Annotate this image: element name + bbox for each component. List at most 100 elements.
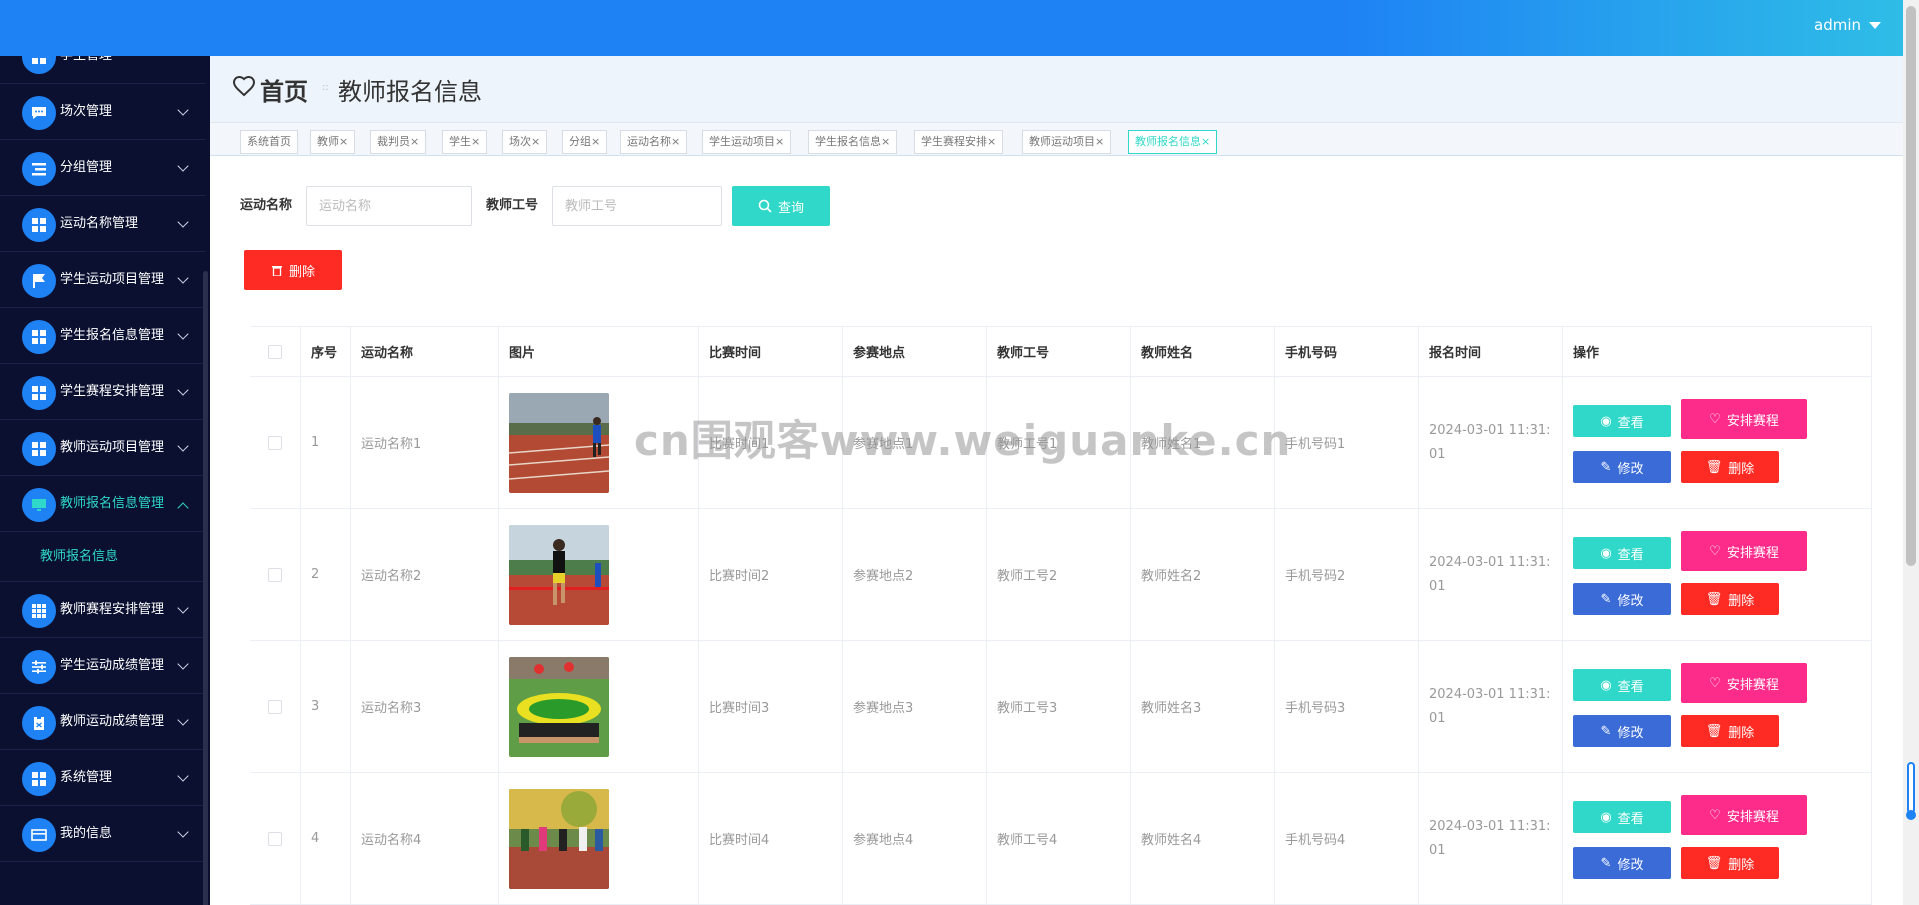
close-icon[interactable]: × <box>1201 135 1210 148</box>
eye-icon: ◉ <box>1600 413 1612 429</box>
sidebar-item-student-score[interactable]: 学生运动成绩管理 <box>0 638 205 694</box>
tab-student-schedule[interactable]: 学生赛程安排× <box>914 130 1004 154</box>
sidebar-item-my-info[interactable]: 我的信息 <box>0 806 205 862</box>
row-checkbox[interactable] <box>268 831 282 846</box>
tab-teacher-sport[interactable]: 教师运动项目× <box>1022 130 1112 154</box>
sidebar-item-teacher-signup[interactable]: 教师报名信息管理 <box>0 476 205 532</box>
close-icon[interactable]: × <box>410 135 419 148</box>
user-menu[interactable]: admin <box>1814 16 1881 34</box>
row-checkbox[interactable] <box>268 567 282 582</box>
row-delete-button[interactable]: 🗑 删除 <box>1681 583 1779 615</box>
header-cell: 报名时间 <box>1418 327 1562 376</box>
view-button[interactable]: ◉ 查看 <box>1573 405 1671 437</box>
tab-label: 教师 <box>317 135 339 148</box>
row-select-cell <box>250 509 300 640</box>
sidebar-item-system[interactable]: 系统管理 <box>0 750 205 806</box>
edit-button[interactable]: ✎ 修改 <box>1573 847 1671 879</box>
cell-signup-time: 2024-03-01 11:31: 01 <box>1418 773 1562 904</box>
close-icon[interactable]: × <box>339 135 348 148</box>
close-icon[interactable]: × <box>881 135 890 148</box>
arrange-schedule-button[interactable]: ♡ 安排赛程 <box>1681 399 1807 439</box>
row-select-cell <box>250 377 300 508</box>
tab-group[interactable]: 分组× <box>562 130 608 154</box>
heart-icon: ♡ <box>1709 543 1721 559</box>
tab-student-sport[interactable]: 学生运动项目× <box>702 130 792 154</box>
view-button[interactable]: ◉ 查看 <box>1573 669 1671 701</box>
sidebar-item-student-sport[interactable]: 学生运动项目管理 <box>0 252 205 308</box>
row-checkbox[interactable] <box>268 699 282 714</box>
tab-home[interactable]: 系统首页 <box>240 130 298 154</box>
view-button[interactable]: ◉ 查看 <box>1573 801 1671 833</box>
scrollbar-thumb[interactable] <box>1906 6 1916 566</box>
sidebar-item-session[interactable]: 场次管理 <box>0 84 205 140</box>
row-delete-button[interactable]: 🗑 删除 <box>1681 715 1779 747</box>
cell-teacher-id: 教师工号2 <box>986 509 1130 640</box>
arrange-schedule-button[interactable]: ♡ 安排赛程 <box>1681 531 1807 571</box>
sidebar-item-student[interactable]: 学生管理 <box>0 56 205 84</box>
arrange-label: 安排赛程 <box>1726 545 1779 561</box>
view-button[interactable]: ◉ 查看 <box>1573 537 1671 569</box>
tab-session[interactable]: 场次× <box>502 130 548 154</box>
delete-label: 删除 <box>1728 857 1755 873</box>
teacher-id-input[interactable] <box>552 186 722 226</box>
arrange-schedule-button[interactable]: ♡ 安排赛程 <box>1681 795 1807 835</box>
submenu-teacher-signup-info[interactable]: 教师报名信息 <box>0 532 205 582</box>
tab-label: 学生报名信息 <box>815 135 881 148</box>
tab-teacher[interactable]: 教师× <box>310 130 356 154</box>
sport-photo[interactable] <box>509 788 609 889</box>
sidebar-item-label: 学生运动项目管理 <box>60 272 165 287</box>
chevron-down-icon <box>177 160 189 172</box>
tab-student-signup[interactable]: 学生报名信息× <box>808 130 898 154</box>
select-all-checkbox[interactable] <box>268 344 282 359</box>
cell-signup-time: 2024-03-01 11:31: 01 <box>1418 641 1562 772</box>
tab-label: 裁判员 <box>377 135 410 148</box>
sport-photo[interactable] <box>509 392 609 493</box>
cell-teacher-name: 教师姓名3 <box>1130 641 1274 772</box>
arrange-schedule-button[interactable]: ♡ 安排赛程 <box>1681 663 1807 703</box>
close-icon[interactable]: × <box>531 135 540 148</box>
search-label-sport: 运动名称 <box>240 198 293 213</box>
sidebar-scrollbar[interactable] <box>203 271 208 905</box>
tab-label: 教师报名信息 <box>1135 135 1201 148</box>
trash-icon: 🗑 <box>1705 855 1723 871</box>
sidebar-item-teacher-schedule[interactable]: 教师赛程安排管理 <box>0 582 205 638</box>
sport-photo[interactable] <box>509 656 609 757</box>
tab-student[interactable]: 学生× <box>442 130 488 154</box>
close-icon[interactable]: × <box>775 135 784 148</box>
sport-photo[interactable] <box>509 524 609 625</box>
edit-button[interactable]: ✎ 修改 <box>1573 715 1671 747</box>
search-label-teacher-id: 教师工号 <box>486 198 539 213</box>
close-icon[interactable]: × <box>1095 135 1104 148</box>
sidebar-item-student-schedule[interactable]: 学生赛程安排管理 <box>0 364 205 420</box>
tab-sport-name[interactable]: 运动名称× <box>620 130 688 154</box>
sidebar-item-teacher-sport[interactable]: 教师运动项目管理 <box>0 420 205 476</box>
close-icon[interactable]: × <box>471 135 480 148</box>
close-icon[interactable]: × <box>671 135 680 148</box>
cell-image <box>498 773 698 904</box>
row-checkbox[interactable] <box>268 435 282 450</box>
close-icon[interactable]: × <box>987 135 996 148</box>
tab-referee[interactable]: 裁判员× <box>370 130 427 154</box>
sidebar-item-sport-name[interactable]: 运动名称管理 <box>0 196 205 252</box>
sidebar-item-group[interactable]: 分组管理 <box>0 140 205 196</box>
row-delete-button[interactable]: 🗑 删除 <box>1681 847 1779 879</box>
edit-button[interactable]: ✎ 修改 <box>1573 451 1671 483</box>
sidebar-item-student-signup[interactable]: 学生报名信息管理 <box>0 308 205 364</box>
breadcrumb-home[interactable]: 首页 <box>260 72 308 107</box>
sidebar-item-teacher-score[interactable]: 教师运动成绩管理 <box>0 694 205 750</box>
edit-button[interactable]: ✎ 修改 <box>1573 583 1671 615</box>
search-form: 运动名称 教师工号 查询 <box>210 186 1210 226</box>
main-content: 首页 :: 教师报名信息 系统首页 教师× 裁判员× 学生× 场次× 分组× 运… <box>210 56 1903 905</box>
tab-teacher-signup[interactable]: 教师报名信息× <box>1128 130 1218 154</box>
delete-label: 删除 <box>1728 725 1755 741</box>
row-delete-button[interactable]: 🗑 删除 <box>1681 451 1779 483</box>
query-button[interactable]: 查询 <box>732 186 830 226</box>
search-icon <box>758 199 772 213</box>
breadcrumb: 首页 :: 教师报名信息 <box>210 56 1903 122</box>
cell-place: 参赛地点4 <box>842 773 986 904</box>
delete-button[interactable]: 删除 <box>244 250 342 290</box>
heart-icon: ♡ <box>1709 807 1721 823</box>
cell-place: 参赛地点3 <box>842 641 986 772</box>
close-icon[interactable]: × <box>591 135 600 148</box>
sport-name-input[interactable] <box>306 186 472 226</box>
